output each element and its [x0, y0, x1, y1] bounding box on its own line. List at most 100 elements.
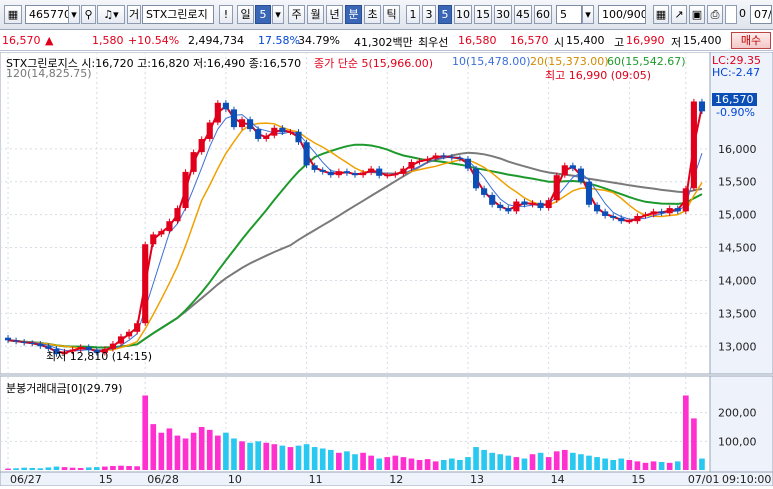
volume-bar [553, 451, 560, 470]
candle-body [432, 155, 439, 159]
candle-body [448, 156, 455, 159]
volume-value: 2,494,734 [188, 34, 244, 47]
checkbox[interactable] [725, 5, 737, 24]
date-input[interactable]: 07/ [750, 5, 772, 24]
volume-bar [61, 467, 68, 470]
type-button[interactable]: 거 [127, 5, 141, 24]
candle-body [505, 208, 512, 212]
period-num-button[interactable]: 5 [255, 5, 271, 24]
time-tick-label: 12 [389, 473, 403, 486]
interval-button-10[interactable]: 10 [454, 5, 472, 24]
period-month-button[interactable]: 월 [307, 5, 324, 24]
candle-body [29, 342, 36, 344]
time-tick-label: 11 [309, 473, 323, 486]
price-tick-label: 13,500 [718, 307, 757, 320]
volume-bar [674, 461, 681, 470]
menu-icon[interactable]: ▦ [4, 5, 22, 24]
last-pct: -0.90% [716, 106, 755, 119]
interval-select-dropdown-icon[interactable]: ▾ [582, 5, 594, 24]
count-input[interactable]: 100/900 [598, 5, 646, 24]
volume-tick-label: 200,00 [718, 407, 757, 420]
interval-button-15[interactable]: 15 [474, 5, 492, 24]
interval-button-60[interactable]: 60 [534, 5, 552, 24]
buy-button[interactable]: 매수 [731, 32, 771, 49]
volume-bar [473, 447, 479, 470]
volume-bar [465, 457, 471, 470]
print-icon[interactable]: ⎙ [707, 5, 723, 24]
volume-bar [77, 467, 84, 470]
volume-bar [303, 444, 310, 470]
candle-body [263, 135, 270, 139]
interval-select[interactable]: 5 [556, 5, 582, 24]
volume-bar [594, 457, 600, 470]
volume-bar [126, 465, 132, 470]
volume-bar [45, 467, 52, 470]
volume-bar [85, 467, 92, 470]
interval-button-3[interactable]: 3 [422, 5, 436, 24]
volume-bar [545, 457, 552, 470]
time-tick-label: 15 [99, 473, 113, 486]
search-icon[interactable]: ⚲ [81, 5, 96, 24]
grid-icon[interactable]: ▦ [653, 5, 669, 24]
candle-body [230, 109, 238, 128]
trend-icon[interactable]: ↗ [671, 5, 687, 24]
period-dropdown-icon[interactable]: ▾ [272, 5, 284, 24]
period-day-button[interactable]: 일 [237, 5, 254, 24]
period-second-button[interactable]: 초 [364, 5, 381, 24]
interval-button-45[interactable]: 45 [514, 5, 532, 24]
save-icon[interactable]: ▣ [689, 5, 705, 24]
candle-body [21, 341, 28, 343]
volume-bar [13, 468, 19, 470]
stock-chart[interactable]: 16,000 15,500 15,000 14,500 14,000 13,500 13,0… [0, 51, 773, 487]
volume-bar [247, 442, 253, 470]
volume-bar [561, 449, 568, 470]
code-dropdown-icon[interactable]: ▾ [68, 5, 80, 24]
volume-bar [239, 441, 245, 470]
interval-button-1[interactable]: 1 [406, 5, 420, 24]
candle-body [497, 204, 504, 209]
volume-bar [5, 468, 11, 470]
volume-bar [521, 458, 528, 470]
volume-bar [440, 459, 447, 470]
interval-button-5[interactable]: 5 [438, 5, 452, 24]
stock-name-field[interactable]: STX그린로지 [142, 5, 214, 24]
ma10-legend[interactable]: 10(15,478.00) [452, 55, 531, 68]
volume-bar [489, 452, 495, 470]
period-week-button[interactable]: 주 [288, 5, 305, 24]
candle-body [142, 244, 149, 324]
price-tick-label: 15,000 [718, 209, 757, 222]
volume-bar [368, 455, 374, 470]
candle-body [158, 231, 165, 235]
volume-bar [158, 432, 165, 470]
alert-button[interactable]: ! [219, 5, 233, 24]
sound-icon[interactable]: ♫▾ [97, 5, 125, 24]
volume-bar [666, 462, 673, 470]
period-tick-button[interactable]: 틱 [383, 5, 400, 24]
period-year-button[interactable]: 년 [326, 5, 343, 24]
volume-axis-panel [709, 375, 773, 473]
stock-code-input[interactable]: 465770 [25, 5, 69, 24]
ma120-legend[interactable]: 120(14,825.75) [6, 67, 92, 80]
time-tick-label: 13 [470, 473, 484, 486]
candle-body [37, 343, 44, 347]
period-minute-button[interactable]: 분 [345, 5, 362, 24]
interval-button-30[interactable]: 30 [494, 5, 512, 24]
price-change-pct: +10.54% [128, 34, 180, 47]
volume-bar [529, 454, 536, 470]
ma5-legend[interactable]: 종가 단순 5(15,966.00) [314, 55, 433, 71]
open-label: 시 [554, 36, 565, 49]
volume-bar [650, 461, 657, 470]
candle-body [585, 181, 593, 205]
volume-bar [29, 467, 36, 470]
current-price: 16,570 [2, 34, 41, 47]
volume-bar [295, 445, 302, 470]
candle-body [513, 201, 520, 212]
candle-body [182, 171, 189, 209]
volume-bar [118, 465, 124, 470]
volume-panel-title: 분봉거래대금[0](29.79) [6, 382, 123, 395]
volume-bar [198, 427, 205, 470]
candle-body [424, 158, 431, 161]
chart-area[interactable]: 16,000 15,500 15,000 14,500 14,000 13,500 13,0… [0, 51, 773, 487]
best-quote-label: 최우선 [418, 36, 449, 49]
volume-bar [166, 428, 173, 470]
